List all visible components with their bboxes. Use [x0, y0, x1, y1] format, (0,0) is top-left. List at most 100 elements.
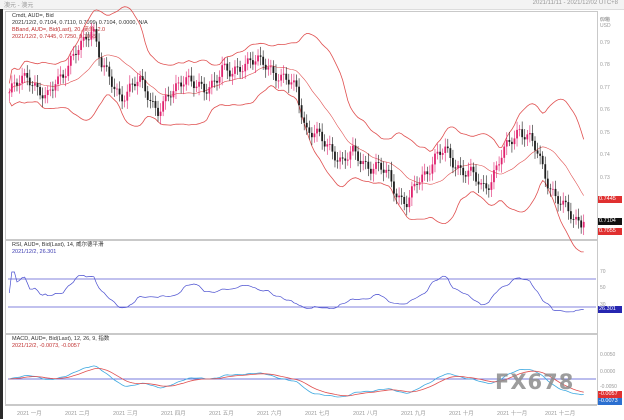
candle-body — [505, 140, 508, 147]
candle-body — [280, 74, 283, 81]
candle-body — [552, 188, 554, 190]
candle-body — [151, 100, 154, 102]
candle-body — [377, 162, 380, 163]
candle-body — [480, 183, 483, 185]
candle-body — [387, 169, 390, 171]
candle-body — [564, 200, 567, 203]
candle-body — [59, 74, 62, 77]
candle-body — [39, 87, 41, 96]
candle-body — [121, 94, 124, 102]
candle-body — [375, 162, 377, 169]
candle-body — [341, 157, 344, 159]
candle-body — [516, 129, 518, 139]
candle-body — [528, 133, 531, 135]
candle-body — [49, 89, 52, 91]
candle-body — [116, 88, 118, 90]
candle-body — [123, 100, 126, 102]
candle-body — [208, 87, 211, 94]
candle-body — [559, 203, 562, 205]
candle-body — [369, 168, 372, 174]
candle-body — [303, 117, 306, 123]
candle-body — [218, 76, 221, 83]
candle-body — [457, 165, 459, 169]
candle-body — [575, 216, 577, 220]
candle-body — [57, 76, 59, 85]
candle-body — [62, 74, 65, 78]
candle-body — [13, 82, 16, 84]
candle-body — [298, 86, 300, 106]
candle-body — [257, 55, 259, 62]
candle-body — [487, 188, 490, 190]
candle-body — [549, 188, 552, 190]
candle-body — [249, 58, 252, 61]
candle-body — [259, 55, 262, 57]
candle-body — [572, 219, 575, 220]
candle-body — [157, 107, 159, 116]
candle-body — [513, 138, 516, 145]
candle-body — [290, 82, 293, 85]
candle-body — [69, 55, 72, 66]
candle-body — [418, 182, 421, 185]
candle-body — [390, 170, 393, 182]
candle-body — [269, 66, 272, 68]
candle-body — [203, 83, 206, 93]
candle-body — [403, 197, 406, 204]
candle-body — [21, 75, 24, 84]
candle-body — [182, 84, 185, 87]
candle-body — [226, 63, 229, 71]
candle-body — [75, 53, 77, 55]
candle-body — [105, 65, 108, 67]
candle-body — [177, 82, 180, 84]
candle-body — [554, 188, 557, 197]
candle-body — [362, 161, 365, 165]
candle-body — [344, 158, 347, 161]
candle-body — [328, 144, 331, 145]
candle-body — [193, 81, 195, 89]
candle-body — [416, 183, 418, 185]
candle-body — [395, 193, 398, 198]
candle-body — [385, 169, 388, 173]
candle-body — [190, 75, 193, 82]
candle-body — [231, 73, 234, 77]
candle-body — [321, 131, 324, 142]
candle-body — [349, 151, 352, 160]
candle-body — [359, 160, 362, 165]
candle-body — [205, 92, 208, 94]
candle-body — [185, 77, 188, 85]
candle-body — [354, 145, 357, 152]
candle-body — [523, 137, 526, 140]
bband-lower-line — [8, 85, 584, 253]
candle-body — [508, 140, 511, 142]
chart-canvas[interactable] — [0, 0, 624, 419]
candle-body — [413, 183, 416, 187]
candle-body — [318, 128, 321, 132]
candle-body — [472, 166, 475, 173]
candle-body — [544, 164, 547, 179]
candle-body — [136, 81, 139, 87]
candle-body — [234, 66, 236, 74]
candle-body — [339, 157, 341, 162]
candle-body — [295, 80, 298, 87]
candle-body — [90, 31, 93, 40]
candle-body — [293, 80, 295, 83]
candle-body — [518, 129, 521, 131]
candle-body — [569, 211, 572, 220]
candle-body — [54, 84, 57, 91]
candle-body — [300, 105, 303, 118]
candle-body — [431, 164, 434, 174]
candle-body — [398, 195, 400, 198]
candle-body — [31, 85, 34, 87]
candle-body — [449, 148, 452, 158]
candle-body — [67, 65, 70, 77]
candle-body — [546, 178, 549, 189]
candle-body — [313, 133, 316, 138]
candle-body — [580, 220, 583, 228]
candle-body — [482, 183, 485, 184]
candle-body — [98, 41, 100, 58]
candle-body — [421, 174, 424, 183]
candle-body — [200, 81, 203, 84]
candle-body — [367, 161, 370, 169]
candle-body — [477, 181, 480, 185]
candle-body — [331, 144, 334, 152]
candle-body — [154, 101, 157, 108]
